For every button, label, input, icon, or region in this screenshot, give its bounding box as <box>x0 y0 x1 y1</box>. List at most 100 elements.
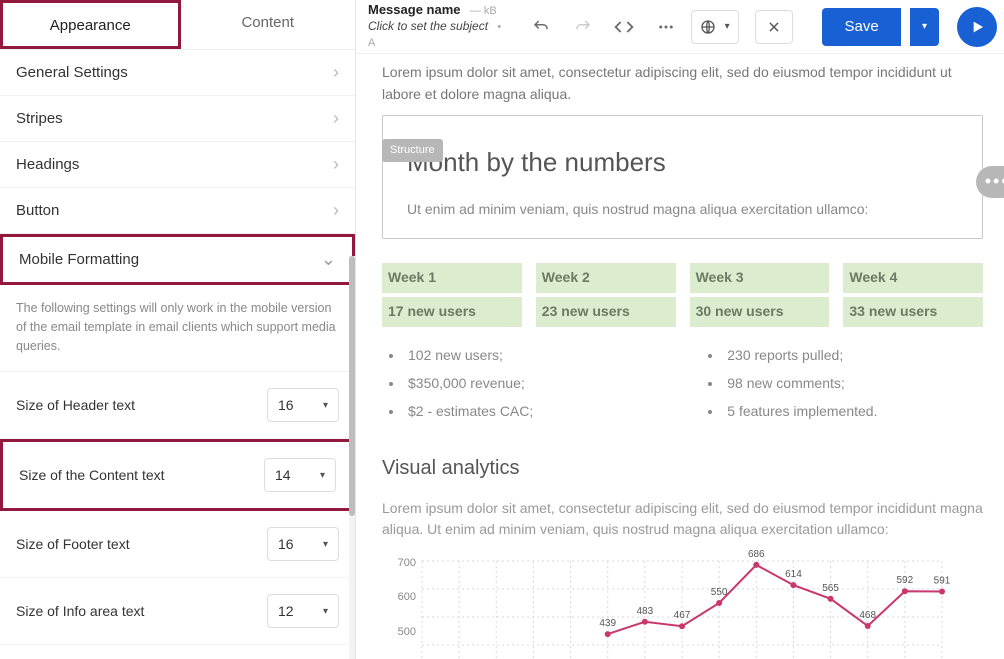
svg-text:468: 468 <box>859 610 876 621</box>
week-head: Week 3 <box>690 263 830 293</box>
select-value: 12 <box>278 603 294 619</box>
stats-list-right: 230 reports pulled; 98 new comments; 5 f… <box>723 341 877 425</box>
list-item: 102 new users; <box>404 341 533 369</box>
tab-content[interactable]: Content <box>181 0 356 49</box>
message-name-label: Message name <box>368 2 461 17</box>
analytics-chart: 700 600 500 400 439483467550686614565468… <box>382 555 942 659</box>
header-size-select[interactable]: 16 ▾ <box>267 388 339 422</box>
subject-placeholder: Click to set the subject <box>368 19 488 33</box>
message-size: — kB <box>470 5 497 17</box>
section-label: Button <box>16 202 59 219</box>
list-item: $350,000 revenue; <box>404 369 533 397</box>
list-item: 98 new comments; <box>723 369 877 397</box>
email-canvas[interactable]: Lorem ipsum dolor sit amet, consectetur … <box>356 54 1004 659</box>
mobile-formatting-hint: The following settings will only work in… <box>0 285 355 372</box>
week-body: 17 new users <box>382 297 522 327</box>
info-size-select[interactable]: 12 ▾ <box>267 594 339 628</box>
svg-text:591: 591 <box>934 576 951 587</box>
week-body: 30 new users <box>690 297 830 327</box>
stats-list-left: 102 new users; $350,000 revenue; $2 - es… <box>404 341 533 425</box>
chart-plot: 439483467550686614565468592591 <box>422 559 942 659</box>
select-value: 16 <box>278 397 294 413</box>
close-button[interactable] <box>755 10 793 44</box>
svg-text:550: 550 <box>711 587 728 598</box>
week-body: 23 new users <box>536 297 676 327</box>
caret-down-icon: ▾ <box>323 400 328 411</box>
content-size-select[interactable]: 14 ▾ <box>264 458 336 492</box>
undo-button[interactable] <box>524 10 558 44</box>
month-structure-block[interactable]: Month by the numbers Ut enim ad minim ve… <box>382 115 983 239</box>
caret-down-icon: ▾ <box>320 470 325 481</box>
caret-down-icon: ▾ <box>922 21 927 32</box>
editor-toolbar: Message name — kB Click to set the subje… <box>356 0 1004 54</box>
section-label: Stripes <box>16 110 63 127</box>
section-headings[interactable]: Headings › <box>0 142 355 188</box>
section-stripes[interactable]: Stripes › <box>0 96 355 142</box>
section-label: General Settings <box>16 64 128 81</box>
caret-down-icon: ▾ <box>323 606 328 617</box>
footer-size-select[interactable]: 16 ▾ <box>267 527 339 561</box>
week-column: Week 2 23 new users <box>536 263 676 326</box>
caret-down-icon: ▾ <box>323 539 328 550</box>
chevron-right-icon: › <box>333 108 339 129</box>
section-mobile-formatting[interactable]: Mobile Formatting ⌄ <box>0 234 355 285</box>
week-head: Week 2 <box>536 263 676 293</box>
y-tick: 600 <box>382 589 416 606</box>
svg-text:686: 686 <box>748 549 765 560</box>
list-item: 5 features implemented. <box>723 397 877 425</box>
save-button[interactable]: Save <box>822 8 900 46</box>
week-column: Week 4 33 new users <box>843 263 983 326</box>
structure-badge: Structure <box>382 139 443 162</box>
month-subtitle: Ut enim ad minim veniam, quis nostrud ma… <box>407 199 958 221</box>
block-actions-handle[interactable]: ••• <box>976 166 1004 198</box>
svg-text:483: 483 <box>637 606 654 617</box>
panel-scrollbar-thumb[interactable] <box>349 256 355 516</box>
svg-text:467: 467 <box>674 610 691 621</box>
language-menu[interactable]: ▾ <box>691 10 739 44</box>
tab-appearance[interactable]: Appearance <box>0 0 181 49</box>
weeks-grid: Week 1 17 new users Week 2 23 new users … <box>382 263 983 326</box>
row-content-text-size: Size of the Content text 14 ▾ <box>0 439 355 511</box>
row-label: Size of the Content text <box>19 467 165 483</box>
code-view-button[interactable] <box>608 10 642 44</box>
svg-text:592: 592 <box>897 575 914 586</box>
section-label: Mobile Formatting <box>19 251 139 268</box>
row-label: Size of Info area text <box>16 603 144 619</box>
caret-down-icon: ▾ <box>725 21 730 32</box>
chart-y-ticks: 700 600 500 400 <box>382 555 416 659</box>
more-actions-button[interactable] <box>649 10 683 44</box>
week-head: Week 1 <box>382 263 522 293</box>
row-label: Size of Header text <box>16 397 135 413</box>
preview-button[interactable] <box>957 7 997 47</box>
chevron-right-icon: › <box>333 62 339 83</box>
stats-columns: 102 new users; $350,000 revenue; $2 - es… <box>382 341 983 425</box>
visual-analytics-desc: Lorem ipsum dolor sit amet, consectetur … <box>382 498 983 541</box>
panel-scrollbar[interactable] <box>349 256 355 659</box>
list-item: 230 reports pulled; <box>723 341 877 369</box>
svg-text:439: 439 <box>599 618 616 629</box>
settings-panel: Appearance Content General Settings › St… <box>0 0 356 659</box>
row-menu-font-size: «Menu» items font size 16 ▾ <box>0 645 355 659</box>
week-column: Week 1 17 new users <box>382 263 522 326</box>
week-column: Week 3 30 new users <box>690 263 830 326</box>
section-button[interactable]: Button › <box>0 188 355 234</box>
redo-button[interactable] <box>566 10 600 44</box>
month-title: Month by the numbers <box>407 142 958 182</box>
y-tick: 500 <box>382 624 416 641</box>
select-value: 16 <box>278 536 294 552</box>
list-item: $2 - estimates CAC; <box>404 397 533 425</box>
row-header-text-size: Size of Header text 16 ▾ <box>0 372 355 439</box>
section-general-settings[interactable]: General Settings › <box>0 50 355 96</box>
chevron-right-icon: › <box>333 154 339 175</box>
save-menu-button[interactable]: ▾ <box>910 8 940 46</box>
message-meta[interactable]: Message name — kB Click to set the subje… <box>368 2 510 50</box>
panel-tabs: Appearance Content <box>0 0 355 50</box>
row-label: Size of Footer text <box>16 536 130 552</box>
chevron-down-icon: ⌄ <box>321 249 336 270</box>
row-footer-text-size: Size of Footer text 16 ▾ <box>0 511 355 578</box>
section-label: Headings <box>16 156 79 173</box>
visual-analytics-title: Visual analytics <box>382 453 983 484</box>
intro-paragraph: Lorem ipsum dolor sit amet, consectetur … <box>382 62 983 105</box>
svg-text:614: 614 <box>785 569 802 580</box>
svg-text:565: 565 <box>822 583 839 594</box>
